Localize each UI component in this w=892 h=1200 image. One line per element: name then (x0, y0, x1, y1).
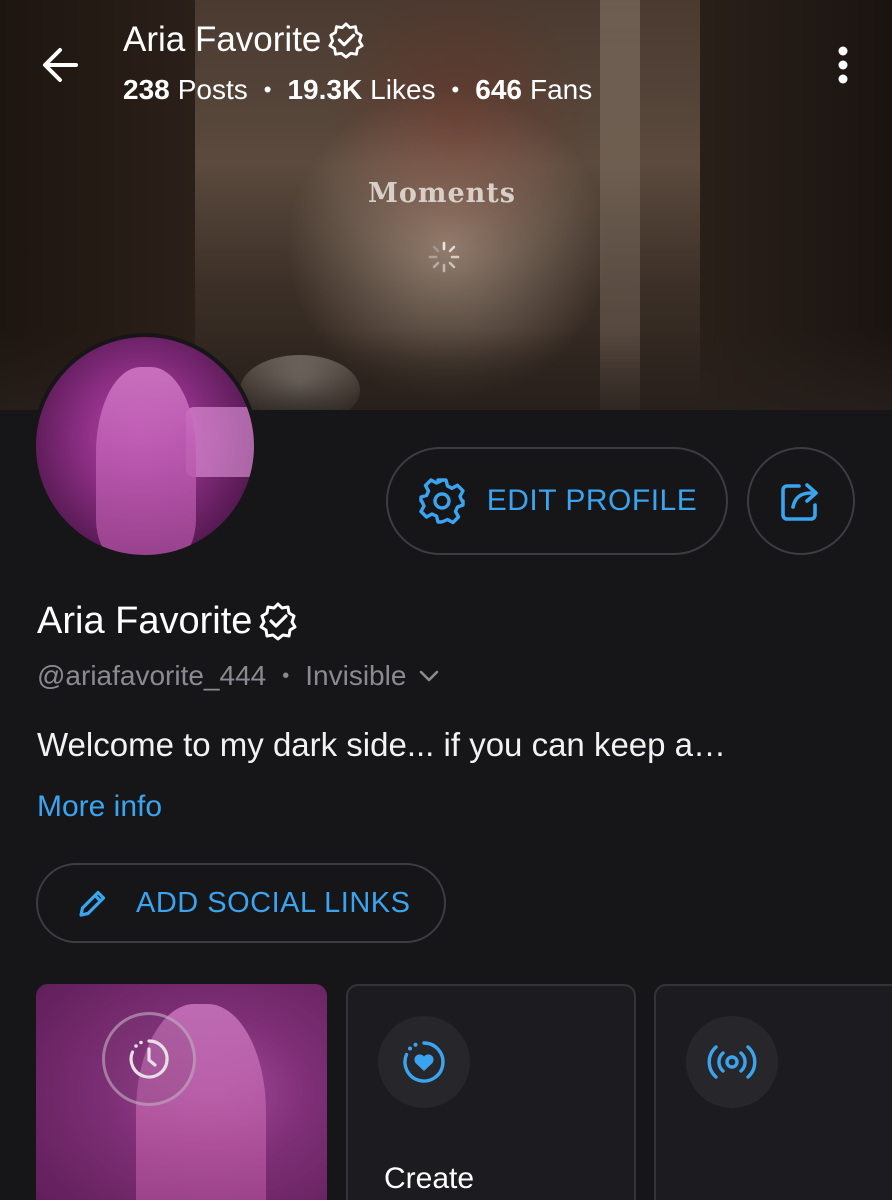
edit-profile-label: EDIT PROFILE (486, 484, 698, 517)
username: @ariafavorite_444 (37, 660, 267, 691)
timer-button[interactable] (102, 1012, 196, 1106)
gear-icon (419, 478, 465, 525)
loading-spinner-icon (428, 241, 460, 273)
chevron-down-icon[interactable] (418, 669, 440, 683)
avatar-figure (96, 367, 196, 555)
profile-bio: Welcome to my dark side... if you can ke… (37, 726, 727, 763)
add-social-links-button[interactable]: ADD SOCIAL LINKS (36, 863, 446, 943)
pencil-icon (79, 890, 106, 917)
verified-badge-icon (259, 602, 297, 641)
profile-name-text: Aria Favorite (37, 599, 253, 642)
posts-count: 238 (123, 74, 170, 105)
online-status[interactable]: Invisible (305, 660, 406, 692)
fans-label: Fans (529, 74, 593, 105)
more-options-icon[interactable] (828, 40, 858, 90)
live-card[interactable] (654, 984, 892, 1200)
share-icon (781, 483, 818, 521)
story-card[interactable] (36, 984, 327, 1200)
avatar-background-light (186, 407, 254, 477)
profile-name: Aria Favorite (37, 598, 298, 644)
live-icon-bubble (686, 1016, 778, 1108)
more-info-link[interactable]: More info (37, 790, 162, 824)
share-button[interactable] (747, 447, 855, 555)
verified-badge-icon (328, 22, 364, 59)
back-arrow-icon[interactable] (36, 40, 86, 90)
avatar[interactable] (32, 333, 258, 559)
separator-dot: • (282, 664, 290, 687)
header-stats: 238 Posts • 19.3K Likes • 646 Fans (123, 74, 592, 106)
edit-profile-button[interactable]: EDIT PROFILE (386, 447, 728, 555)
fans-count: 646 (475, 74, 522, 105)
handle-row: @ariafavorite_444 • Invisible (37, 656, 440, 696)
create-card-label: Create (384, 1162, 475, 1195)
cover-text: Moments (368, 178, 516, 209)
likes-count: 19.3K (287, 74, 363, 105)
create-icon-bubble (378, 1016, 470, 1108)
separator-dot: • (451, 77, 460, 102)
posts-label: Posts (177, 74, 248, 105)
create-card[interactable]: Create (346, 984, 636, 1200)
header-title: Aria Favorite (123, 18, 365, 62)
add-social-links-label: ADD SOCIAL LINKS (136, 886, 411, 919)
header-title-text: Aria Favorite (123, 20, 322, 59)
live-broadcast-icon (707, 1045, 757, 1079)
timer-icon (129, 1039, 169, 1079)
likes-label: Likes (370, 74, 436, 105)
separator-dot: • (263, 77, 272, 102)
heart-progress-icon (403, 1041, 445, 1083)
